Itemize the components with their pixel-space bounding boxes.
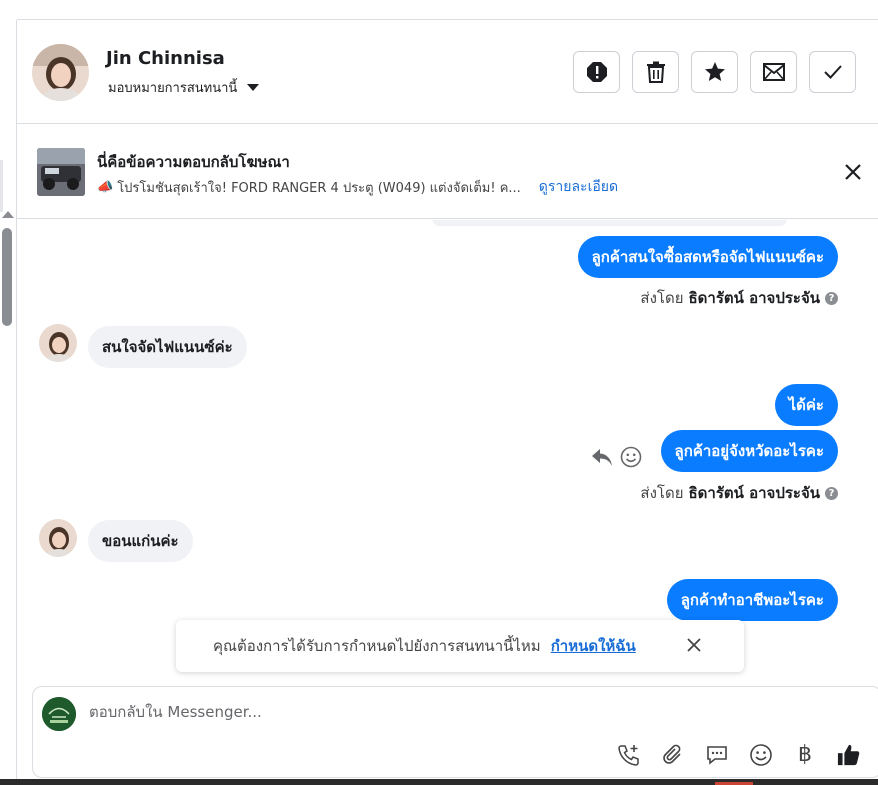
ad-description: โปรโมชันสุดเร้าใจ! FORD RANGER 4 ประตู (… [117,180,521,196]
mark-unread-button[interactable] [750,51,797,93]
sent-by-prefix: ส่งโดย [640,289,684,307]
ad-description-row: 📣 โปรโมชันสุดเร้าใจ! FORD RANGER 4 ประตู… [97,176,618,198]
message-thread[interactable]: ลูกค้าสนใจซื้อสดหรือจัดไฟแนนซ์คะ ส่งโดย … [17,220,878,685]
close-toast-button[interactable] [686,637,702,653]
contact-avatar-small[interactable] [39,324,77,362]
incoming-message[interactable]: ขอนแก่นค่ะ [88,520,193,562]
mark-done-button[interactable] [809,51,856,93]
trash-icon [646,61,665,83]
star-button[interactable] [691,51,738,93]
outgoing-message[interactable]: ลูกค้าทำอาชีพอะไรคะ [666,579,838,621]
outgoing-message[interactable]: ลูกค้าอยู่จังหวัดอะไรคะ [660,430,838,472]
contact-name[interactable]: Jin Chinnisa [106,48,225,69]
outgoing-message[interactable]: ได้ค่ะ [774,384,838,426]
sent-by-prefix: ส่งโดย [640,484,684,502]
ad-details-link[interactable]: ดูรายละเอียด [539,176,618,198]
close-icon [845,164,861,180]
reply-input[interactable] [89,703,489,721]
message-composer: ฿ [32,686,878,778]
outgoing-message[interactable]: ลูกค้าสนใจซื้อสดหรือจัดไฟแนนซ์คะ [577,236,838,278]
megaphone-icon: 📣 [97,179,114,195]
close-ad-banner-button[interactable] [842,161,864,183]
smiley-icon[interactable] [749,743,773,767]
assign-label: มอบหมายการสนทนานี้ [108,81,238,96]
reply-icon[interactable] [591,447,613,467]
sender-name: ธิดารัตน์ อาจประจัน [688,289,821,307]
conversation-header: Jin Chinnisa มอบหมายการสนทนานี้ [17,20,878,124]
help-icon[interactable]: ? [825,291,838,305]
close-icon [687,638,701,652]
check-icon [823,65,842,79]
chat-bubble-icon[interactable] [705,743,729,767]
ad-thumbnail[interactable] [37,148,85,196]
help-icon[interactable]: ? [825,486,838,500]
previous-message-edge [432,220,787,226]
ad-reply-banner: นี่คือข้อความตอบกลับโฆษณา 📣 โปรโมชันสุดเ… [17,125,878,219]
envelope-icon [762,63,785,81]
messenger-conversation: Jin Chinnisa มอบหมายการสนทนานี้ นี่คือข้… [0,0,878,785]
page-avatar [42,697,76,731]
mark-spam-button[interactable] [573,51,620,93]
paperclip-icon[interactable] [661,743,685,767]
composer-tools: ฿ [617,743,861,767]
baht-icon[interactable]: ฿ [793,743,817,767]
toast-text: คุณต้องการได้รับการกำหนดไปยังการสนทนานี้… [213,637,541,655]
star-icon [704,62,725,81]
thumbs-up-icon[interactable] [837,743,861,767]
gutter-marker [0,160,3,212]
scrollbar-thumb[interactable] [2,228,12,326]
contact-avatar-small[interactable] [39,519,77,557]
phone-plus-icon[interactable] [617,743,641,767]
scroll-up-arrow[interactable] [2,211,14,218]
delete-button[interactable] [632,51,679,93]
smiley-react-icon[interactable] [620,446,642,468]
sent-by-label: ส่งโดย ธิดารัตน์ อาจประจัน ? [640,481,838,505]
assign-prompt-toast: คุณต้องการได้รับการกำหนดไปยังการสนทนานี้… [176,620,744,672]
contact-avatar[interactable] [32,44,89,101]
caret-down-icon [247,84,260,91]
assign-to-me-link[interactable]: กำหนดให้ฉัน [551,634,636,658]
ad-title: นี่คือข้อความตอบกลับโฆษณา [97,153,290,171]
baht-symbol: ฿ [798,742,812,767]
sender-name: ธิดารัตน์ อาจประจัน [688,484,821,502]
alert-icon [586,62,607,82]
sent-by-label: ส่งโดย ธิดารัตน์ อาจประจัน ? [640,286,838,310]
header-actions [573,51,856,93]
assign-conversation-dropdown[interactable]: มอบหมายการสนทนานี้ [108,77,260,98]
left-gutter [0,20,17,779]
incoming-message[interactable]: สนใจจัดไฟแนนซ์ค่ะ [88,326,247,368]
